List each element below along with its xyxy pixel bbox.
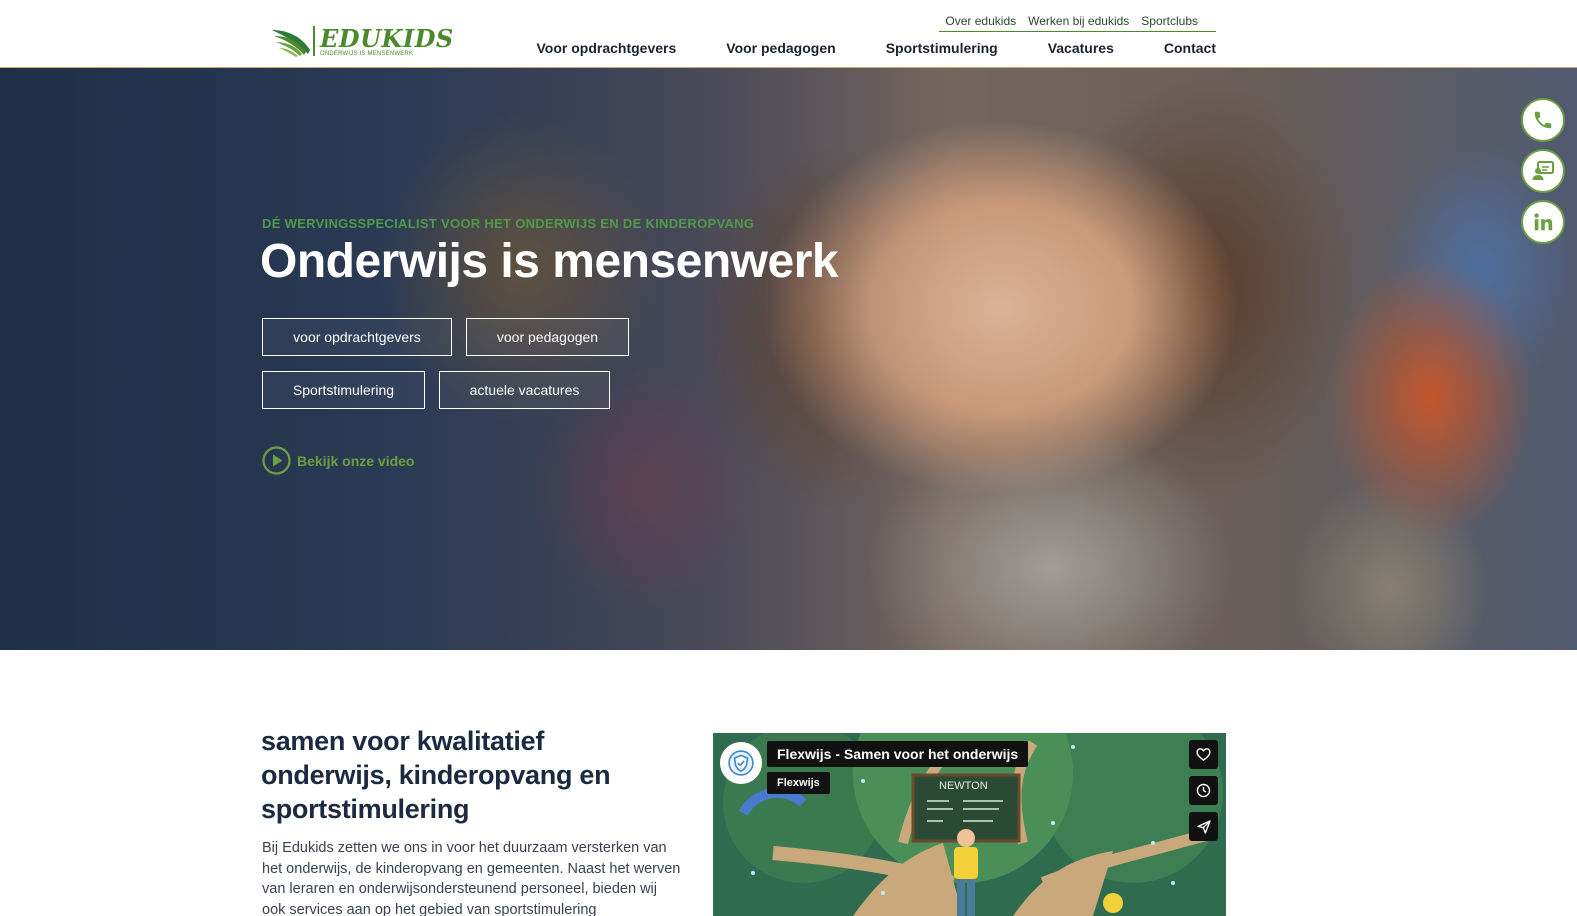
nav-vacatures[interactable]: Vacatures — [1048, 40, 1114, 56]
hero-banner: DÉ WERVINGSSPECIALIST VOOR HET ONDERWIJS… — [0, 68, 1577, 650]
top-link-werken-bij[interactable]: Werken bij edukids — [1022, 12, 1135, 31]
send-icon — [1196, 819, 1211, 834]
phone-button[interactable] — [1521, 98, 1565, 142]
phone-icon — [1534, 111, 1552, 129]
phone-circle — [1521, 98, 1565, 142]
clock-icon — [1196, 783, 1211, 798]
share-button[interactable] — [1189, 812, 1218, 841]
site-header: EDUKIDS ONDERWIJS IS MENSENWERK Over edu… — [0, 0, 1577, 68]
video-channel[interactable]: Flexwijs — [767, 772, 830, 794]
logo-tagline: ONDERWIJS IS MENSENWERK — [320, 51, 414, 57]
voor-opdrachtgevers-button[interactable]: voor opdrachtgevers — [262, 318, 452, 356]
sportstimulering-button[interactable]: Sportstimulering — [262, 371, 425, 409]
like-button[interactable] — [1189, 740, 1218, 769]
chat-button[interactable] — [1521, 149, 1565, 193]
top-link-over-edukids[interactable]: Over edukids — [939, 12, 1022, 31]
chat-circle — [1521, 149, 1565, 193]
nav-contact[interactable]: Contact — [1164, 40, 1216, 56]
watch-video-link[interactable]: Bekijk onze video — [262, 446, 414, 475]
play-icon — [262, 446, 291, 475]
intro-body: Bij Edukids zetten we ons in voor het du… — [262, 840, 681, 916]
nav-sportstimulering[interactable]: Sportstimulering — [886, 40, 998, 56]
hero-eyebrow: DÉ WERVINGSSPECIALIST VOOR HET ONDERWIJS… — [262, 216, 755, 231]
intro-title: samen voor kwalitatief onderwijs, kinder… — [261, 726, 611, 824]
video-embed[interactable]: NEWTON Flexwijs - Samen voor het onderwi… — [713, 733, 1226, 916]
watch-video-label: Bekijk onze video — [297, 452, 415, 469]
hero-overlay — [0, 68, 1577, 650]
linkedin-icon — [1534, 213, 1553, 231]
video-title[interactable]: Flexwijs - Samen voor het onderwijs — [767, 741, 1029, 767]
board-text: NEWTON — [939, 780, 988, 792]
linkedin-button[interactable] — [1521, 200, 1565, 244]
edukids-logo[interactable]: EDUKIDS ONDERWIJS IS MENSENWERK — [270, 22, 453, 62]
voor-pedagogen-button[interactable]: voor pedagogen — [466, 318, 629, 356]
chat-icon — [1532, 161, 1554, 180]
hero-headline: Onderwijs is mensenwerk — [260, 235, 839, 288]
logo-divider — [313, 26, 315, 56]
main-nav: Voor opdrachtgevers Voor pedagogen Sport… — [536, 40, 1216, 56]
heart-icon — [1196, 748, 1211, 762]
logo-brand: EDUKIDS — [320, 24, 454, 53]
shield-icon — [728, 750, 754, 776]
actuele-vacatures-button[interactable]: actuele vacatures — [439, 371, 610, 409]
linkedin-circle — [1521, 200, 1565, 244]
channel-avatar[interactable] — [720, 742, 762, 784]
nav-voor-pedagogen[interactable]: Voor pedagogen — [726, 40, 835, 56]
wing-icon — [272, 30, 310, 57]
top-link-sportclubs[interactable]: Sportclubs — [1135, 12, 1204, 31]
nav-voor-opdrachtgevers[interactable]: Voor opdrachtgevers — [536, 40, 676, 56]
watch-later-button[interactable] — [1189, 776, 1218, 805]
top-nav: Over edukids Werken bij edukids Sportclu… — [939, 12, 1216, 32]
